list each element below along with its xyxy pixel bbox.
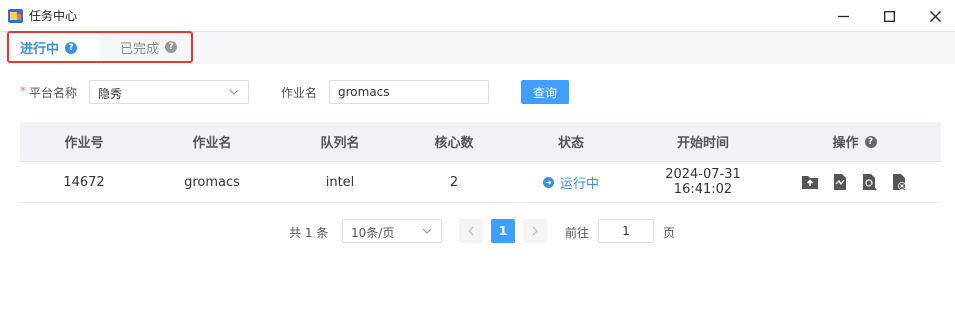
column-header: 开始时间 bbox=[676, 136, 729, 151]
tab-completed-label: 已完成 bbox=[120, 41, 160, 57]
tab-strip: 进行中 ? 已完成 ? bbox=[0, 32, 955, 64]
running-status-icon: ➜ bbox=[542, 176, 554, 188]
help-icon[interactable]: ? bbox=[65, 41, 78, 54]
title-bar: 任务中心 bbox=[0, 0, 955, 32]
chevron-left-icon bbox=[468, 226, 474, 236]
platform-select[interactable]: 隐秀 bbox=[89, 80, 249, 104]
chevron-right-icon bbox=[532, 226, 538, 236]
close-icon bbox=[929, 10, 941, 22]
window-title: 任务中心 bbox=[29, 9, 78, 23]
maximize-button[interactable] bbox=[866, 0, 912, 32]
tab-completed[interactable]: 已完成 ? bbox=[112, 32, 192, 62]
tab-running-label: 进行中 bbox=[20, 42, 60, 57]
column-header: 核心数 bbox=[434, 136, 474, 151]
column-header: 作业号 bbox=[64, 136, 104, 151]
page-suffix: 页 bbox=[663, 226, 676, 240]
tab-running[interactable]: 进行中 ? bbox=[12, 32, 100, 63]
chevron-down-icon bbox=[422, 228, 432, 234]
pagination: 共 1 条 10条/页 1 前往 1 页 bbox=[0, 219, 955, 243]
status-cell: ➜ 运行中 bbox=[504, 173, 638, 192]
column-header: 队列名 bbox=[320, 136, 360, 151]
job-name-label: 作业名 bbox=[281, 86, 318, 100]
required-mark: * bbox=[20, 84, 26, 98]
status-text: 运行中 bbox=[559, 176, 599, 192]
operations-header-label: 操作 bbox=[832, 136, 859, 151]
file-search-icon[interactable] bbox=[860, 173, 879, 192]
column-header: 作业名 bbox=[192, 136, 232, 151]
upload-folder-icon[interactable] bbox=[800, 173, 819, 192]
page-size-value: 10条/页 bbox=[351, 226, 395, 240]
goto-label: 前往 bbox=[565, 226, 590, 240]
platform-select-value: 隐秀 bbox=[98, 87, 123, 101]
next-page-button[interactable] bbox=[523, 219, 547, 243]
job-name-cell: gromacs bbox=[184, 174, 240, 190]
total-count: 共 1 条 bbox=[289, 226, 329, 240]
chevron-down-icon bbox=[229, 89, 239, 95]
maximize-icon bbox=[883, 10, 895, 22]
file-delete-icon[interactable] bbox=[890, 173, 909, 192]
table-header: 作业号 作业名 队列名 核心数 状态 开始时间 操作 ? bbox=[20, 122, 941, 162]
close-button[interactable] bbox=[912, 0, 955, 32]
job-id-cell: 14672 bbox=[63, 174, 105, 190]
queue-cell: intel bbox=[325, 174, 355, 190]
start-time-cell: 2024-07-31 16:41:02 bbox=[665, 167, 741, 197]
page-size-select[interactable]: 10条/页 bbox=[342, 219, 442, 243]
file-edit-icon[interactable] bbox=[830, 173, 849, 192]
help-icon[interactable]: ? bbox=[864, 135, 877, 148]
jobs-table: 作业号 作业名 队列名 核心数 状态 开始时间 操作 ? 14672 groma… bbox=[20, 122, 941, 203]
cores-cell: 2 bbox=[449, 174, 459, 190]
goto-page-input[interactable]: 1 bbox=[598, 219, 654, 243]
platform-label: 平台名称 bbox=[29, 86, 78, 100]
job-name-input[interactable]: gromacs bbox=[329, 80, 489, 104]
column-header: 状态 bbox=[557, 136, 584, 151]
help-icon[interactable]: ? bbox=[165, 41, 178, 53]
query-button[interactable]: 查询 bbox=[521, 80, 569, 104]
prev-page-button[interactable] bbox=[459, 219, 483, 243]
column-header-operations: 操作 ? bbox=[768, 132, 941, 151]
minimize-icon bbox=[837, 15, 849, 17]
page-number-button[interactable]: 1 bbox=[491, 219, 515, 243]
table-row: 14672 gromacs intel 2 ➜ 运行中 2024-07-31 1… bbox=[20, 162, 941, 203]
minimize-button[interactable] bbox=[820, 0, 866, 32]
app-icon bbox=[8, 9, 23, 23]
operations-cell bbox=[768, 173, 941, 192]
